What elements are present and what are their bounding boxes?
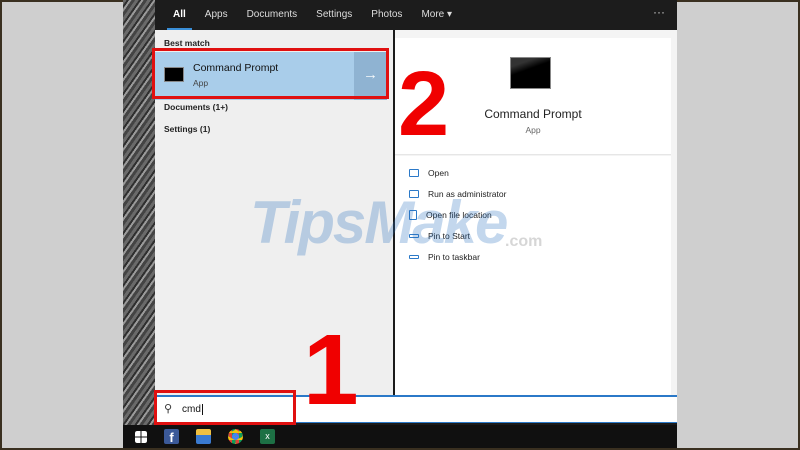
more-options-button[interactable]: ···	[653, 5, 665, 19]
action-open[interactable]: Open	[409, 168, 449, 178]
chrome-icon[interactable]	[228, 429, 243, 444]
watermark-suffix: .com	[505, 233, 543, 250]
open-icon	[409, 169, 419, 177]
excel-icon[interactable]: x	[260, 429, 275, 444]
taskbar: f x	[123, 425, 677, 448]
windows-start-icon[interactable]	[135, 430, 147, 443]
tab-all[interactable]: All	[167, 0, 192, 30]
annotation-box-best-match	[152, 48, 389, 99]
tab-apps[interactable]: Apps	[205, 0, 228, 30]
tab-more[interactable]: More ▾	[421, 0, 452, 30]
action-label: Open	[428, 168, 449, 178]
annotation-step-1: 1	[303, 314, 359, 426]
tab-photos[interactable]: Photos	[371, 0, 402, 30]
command-prompt-large-icon	[510, 57, 551, 89]
best-match-header: Best match	[164, 38, 210, 48]
annotation-step-2: 2	[398, 53, 450, 155]
settings-group[interactable]: Settings (1)	[164, 124, 210, 134]
tab-documents[interactable]: Documents	[247, 0, 298, 30]
search-tabs: All Apps Documents Settings Photos More …	[155, 0, 677, 30]
annotation-box-search	[154, 390, 296, 425]
watermark: TipsMake	[250, 189, 508, 256]
documents-group[interactable]: Documents (1+)	[164, 102, 228, 112]
file-explorer-icon[interactable]	[196, 429, 211, 444]
desktop-wallpaper	[123, 0, 155, 425]
tab-settings[interactable]: Settings	[316, 0, 352, 30]
